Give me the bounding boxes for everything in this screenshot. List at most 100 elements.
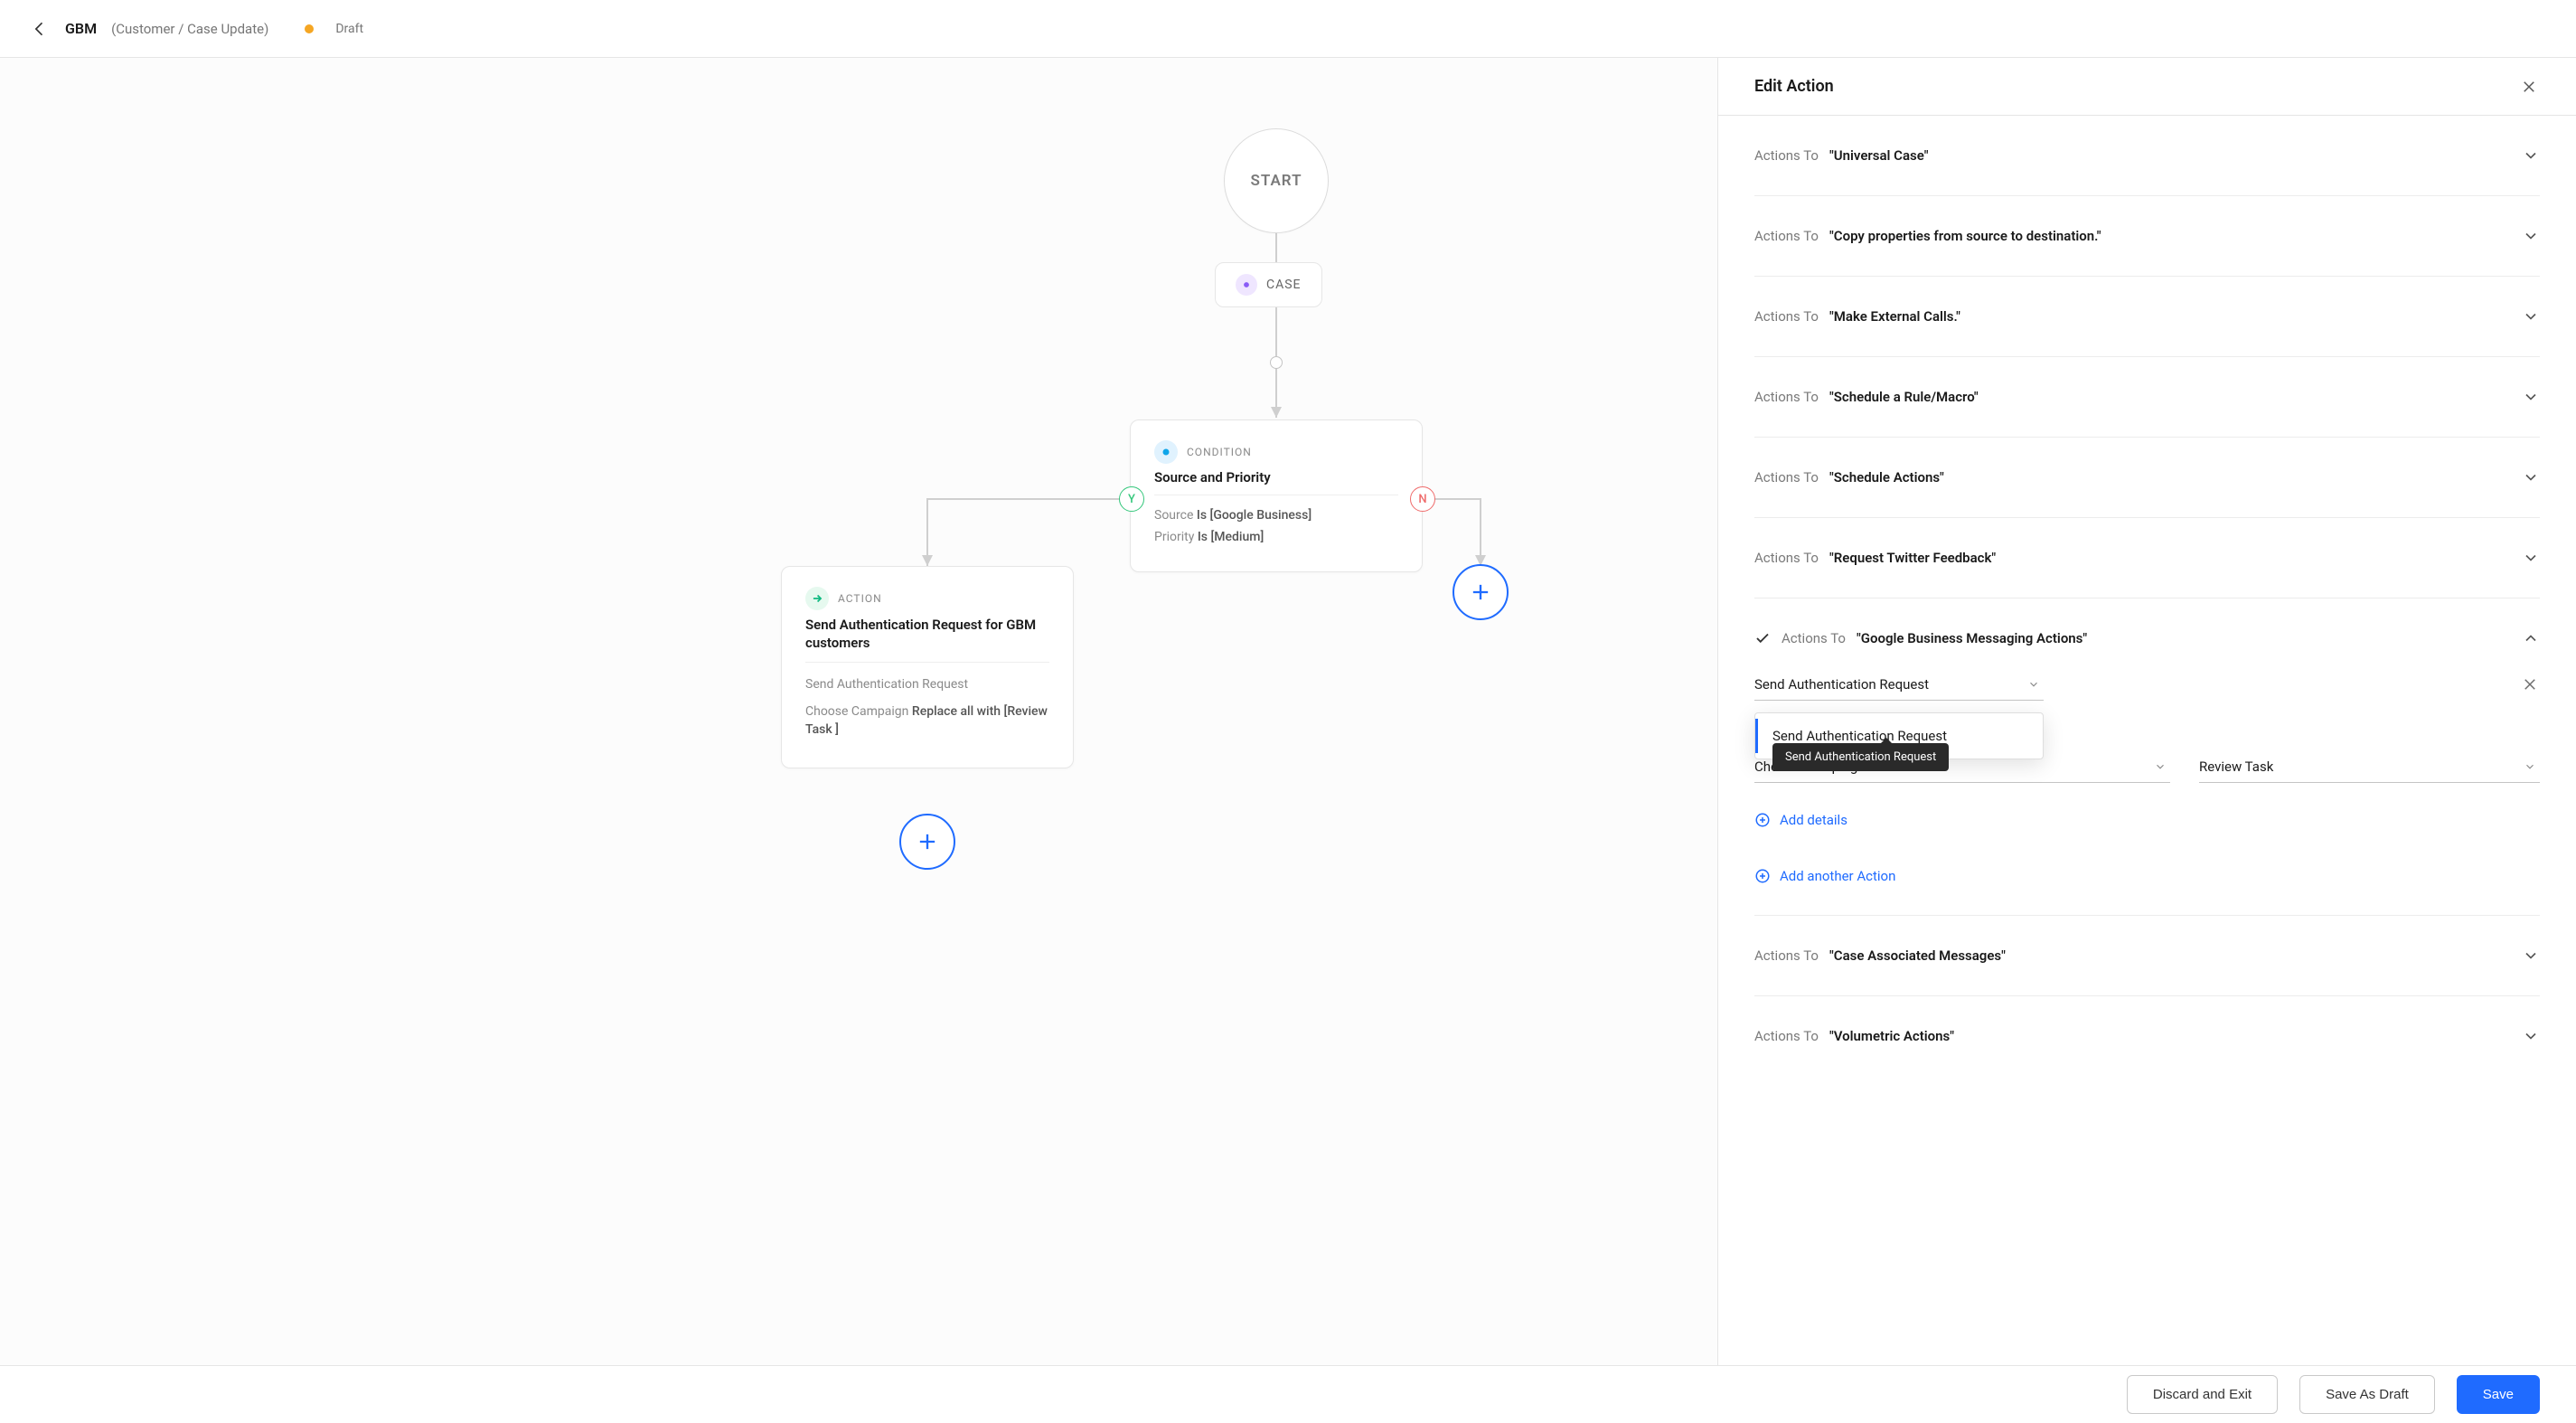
action-group-target: "Case Associated Messages"	[1829, 947, 2006, 964]
case-icon	[1236, 274, 1257, 296]
connector-dot-icon	[1270, 356, 1283, 369]
action-type-label: ACTION	[838, 592, 882, 605]
action-group-prefix: Actions To	[1782, 630, 1846, 646]
add-node-button-right[interactable]	[1453, 564, 1509, 620]
action-group-expanded: Actions To "Google Business Messaging Ac…	[1754, 598, 2540, 916]
review-task-select[interactable]: Review Task	[2199, 751, 2540, 783]
action-group-toggle[interactable]: Actions To "Schedule Actions"	[1754, 468, 2540, 486]
action-group-toggle[interactable]: Actions To "Make External Calls."	[1754, 307, 2540, 325]
page-header: GBM (Customer / Case Update) Draft	[0, 0, 2576, 58]
chevron-down-icon	[2522, 388, 2540, 406]
branch-no-label: N	[1410, 486, 1435, 512]
chevron-down-icon	[2522, 549, 2540, 567]
condition-type-label: CONDITION	[1187, 446, 1252, 458]
action-group: Actions To "Volumetric Actions"	[1754, 996, 2540, 1076]
action-group-prefix: Actions To	[1754, 228, 1819, 244]
chevron-down-icon	[2154, 760, 2167, 773]
action-group-toggle[interactable]: Actions To "Universal Case"	[1754, 146, 2540, 165]
action-group: Actions To "Schedule Actions"	[1754, 438, 2540, 518]
action-group-prefix: Actions To	[1754, 308, 1819, 325]
action-group-target: "Schedule a Rule/Macro"	[1829, 389, 1979, 405]
action-icon	[805, 587, 829, 610]
chevron-down-icon	[2522, 146, 2540, 165]
action-group-toggle[interactable]: Actions To "Google Business Messaging Ac…	[1754, 629, 2540, 647]
action-type-select[interactable]: Send Authentication Request	[1754, 669, 2044, 701]
action-select-row: Send Authentication Request Send Authent…	[1754, 669, 2540, 701]
add-details-button[interactable]: Add details	[1754, 812, 2540, 828]
action-group-prefix: Actions To	[1754, 469, 1819, 485]
chevron-down-icon	[2522, 307, 2540, 325]
panel-title: Edit Action	[1754, 77, 1834, 96]
action-group-prefix: Actions To	[1754, 147, 1819, 164]
action-group-content: Send Authentication Request Send Authent…	[1754, 647, 2540, 884]
action-group-prefix: Actions To	[1754, 947, 1819, 964]
action-group-target: "Google Business Messaging Actions"	[1857, 630, 2087, 646]
condition-rule-2: Priority Is [Medium]	[1154, 530, 1398, 544]
review-task-select-value: Review Task	[2199, 759, 2273, 775]
chevron-up-icon	[2522, 629, 2540, 647]
case-node[interactable]: CASE	[1215, 262, 1322, 307]
action-group: Actions To "Make External Calls."	[1754, 277, 2540, 357]
add-another-action-label: Add another Action	[1780, 868, 1895, 884]
save-button[interactable]: Save	[2457, 1375, 2540, 1414]
status-badge: Draft	[335, 22, 363, 36]
start-label: START	[1250, 172, 1302, 190]
action-group-toggle[interactable]: Actions To "Copy properties from source …	[1754, 227, 2540, 245]
edit-action-panel: Edit Action Actions To "Universal Case"	[1717, 58, 2576, 1365]
add-node-button-left[interactable]	[899, 814, 955, 870]
action-group-target: "Volumetric Actions"	[1829, 1028, 1954, 1044]
flow-canvas[interactable]: START CASE CONDITION Source and Priority…	[0, 58, 1717, 1365]
action-line-1: Send Authentication Request	[805, 675, 1049, 693]
remove-action-button[interactable]	[2522, 676, 2540, 694]
save-as-draft-button[interactable]: Save As Draft	[2299, 1375, 2435, 1414]
panel-header: Edit Action	[1718, 58, 2576, 116]
plus-circle-icon	[1754, 868, 1771, 884]
plus-circle-icon	[1754, 812, 1771, 828]
action-title: Send Authentication Request for GBM cust…	[805, 616, 1049, 663]
condition-header: CONDITION	[1154, 440, 1398, 464]
action-group: Actions To "Request Twitter Feedback"	[1754, 518, 2540, 598]
action-group-toggle[interactable]: Actions To "Volumetric Actions"	[1754, 1027, 2540, 1045]
condition-node[interactable]: CONDITION Source and Priority Source Is …	[1130, 419, 1423, 572]
tooltip: Send Authentication Request	[1772, 743, 1949, 771]
check-icon	[1754, 630, 1771, 646]
action-group-toggle[interactable]: Actions To "Request Twitter Feedback"	[1754, 549, 2540, 567]
back-button[interactable]	[29, 18, 51, 40]
chevron-down-icon	[2522, 227, 2540, 245]
footer-bar: Discard and Exit Save As Draft Save	[0, 1365, 2576, 1423]
add-another-action-button[interactable]: Add another Action	[1754, 868, 2540, 884]
breadcrumb: (Customer / Case Update)	[111, 21, 268, 37]
action-group: Actions To "Universal Case"	[1754, 116, 2540, 196]
action-group: Actions To "Case Associated Messages"	[1754, 916, 2540, 996]
condition-rule-1: Source Is [Google Business]	[1154, 508, 1398, 523]
add-details-label: Add details	[1780, 812, 1847, 828]
action-group-target: "Schedule Actions"	[1829, 469, 1944, 485]
chevron-down-icon	[2522, 1027, 2540, 1045]
action-group: Actions To "Schedule a Rule/Macro"	[1754, 357, 2540, 438]
action-group-toggle[interactable]: Actions To "Case Associated Messages"	[1754, 947, 2540, 965]
condition-icon	[1154, 440, 1178, 464]
action-type-select-value: Send Authentication Request	[1754, 676, 1929, 693]
chevron-down-icon	[2522, 468, 2540, 486]
action-line-2: Choose Campaign Replace all with [Review…	[805, 702, 1049, 740]
action-node[interactable]: ACTION Send Authentication Request for G…	[781, 566, 1074, 768]
case-label: CASE	[1266, 278, 1302, 292]
start-node[interactable]: START	[1224, 128, 1329, 233]
action-group-target: "Universal Case"	[1829, 147, 1929, 164]
branch-yes-label: Y	[1119, 486, 1144, 512]
chevron-down-icon	[2524, 760, 2536, 773]
chevron-down-icon	[2027, 678, 2040, 691]
discard-button[interactable]: Discard and Exit	[2127, 1375, 2278, 1414]
chevron-down-icon	[2522, 947, 2540, 965]
panel-body[interactable]: Actions To "Universal Case" Actions To "…	[1718, 116, 2576, 1365]
condition-title: Source and Priority	[1154, 469, 1398, 495]
status-dot-icon	[305, 24, 314, 33]
action-group-toggle[interactable]: Actions To "Schedule a Rule/Macro"	[1754, 388, 2540, 406]
action-group-target: "Request Twitter Feedback"	[1829, 550, 1996, 566]
close-panel-button[interactable]	[2518, 76, 2540, 98]
page-title: GBM	[65, 20, 97, 37]
action-group-prefix: Actions To	[1754, 389, 1819, 405]
action-group-target: "Copy properties from source to destinat…	[1829, 228, 2101, 244]
action-header: ACTION	[805, 587, 1049, 610]
action-group-prefix: Actions To	[1754, 1028, 1819, 1044]
